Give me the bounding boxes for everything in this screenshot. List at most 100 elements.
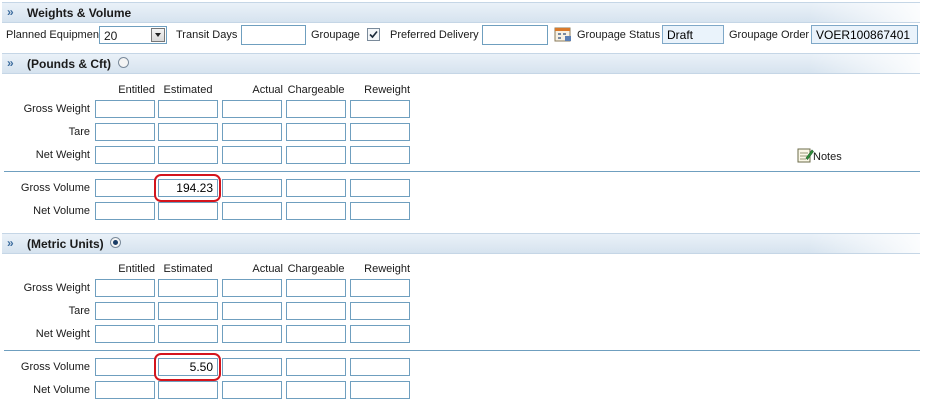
imperial-units-title: (Pounds & Cft): [27, 57, 111, 71]
column-header-chargeable: Chargeable: [287, 263, 345, 275]
row-label-gross-volume: Gross Volume: [20, 361, 90, 373]
column-header-estimated: Estimated: [163, 84, 213, 96]
groupage-label: Groupage: [311, 29, 360, 41]
notes-icon: [797, 148, 814, 163]
tare-actual-input[interactable]: [222, 302, 282, 320]
net-weight-entitled-input[interactable]: [95, 146, 155, 164]
net-volume-actual-input[interactable]: [222, 202, 282, 220]
net-weight-estimated-input[interactable]: [158, 146, 218, 164]
gross-weight-actual-input[interactable]: [222, 279, 282, 297]
net-volume-entitled-input[interactable]: [95, 381, 155, 399]
metric-units-title: (Metric Units): [27, 237, 104, 251]
tare-entitled-input[interactable]: [95, 302, 155, 320]
column-header-entitled: Entitled: [118, 84, 155, 96]
gross-volume-entitled-input[interactable]: [95, 358, 155, 376]
imperial-units-radio[interactable]: [118, 57, 129, 68]
tare-actual-input[interactable]: [222, 123, 282, 141]
net-volume-entitled-input[interactable]: [95, 202, 155, 220]
metric-units-header: » (Metric Units): [2, 233, 920, 254]
row-label-gross-weight: Gross Weight: [23, 282, 90, 294]
gross-volume-estimated-highlight: [154, 174, 221, 202]
gross-weight-entitled-input[interactable]: [95, 100, 155, 118]
net-volume-reweight-input[interactable]: [350, 381, 410, 399]
row-label-tare: Tare: [68, 126, 90, 138]
transit-days-label: Transit Days: [176, 29, 238, 41]
net-weight-actual-input[interactable]: [222, 325, 282, 343]
gross-weight-estimated-input[interactable]: [158, 279, 218, 297]
net-weight-chargeable-input[interactable]: [286, 325, 346, 343]
weights-volume-header: » Weights & Volume: [2, 2, 920, 23]
net-weight-reweight-input[interactable]: [350, 325, 410, 343]
gross-weight-reweight-input[interactable]: [350, 100, 410, 118]
net-volume-estimated-input[interactable]: [158, 202, 218, 220]
row-label-gross-volume: Gross Volume: [20, 182, 90, 194]
chevron-double-right-icon[interactable]: »: [7, 6, 21, 18]
column-header-estimated: Estimated: [163, 263, 213, 275]
groupage-order-field: [811, 25, 918, 44]
planned-equipment-select[interactable]: 20: [99, 26, 167, 44]
gross-volume-reweight-input[interactable]: [350, 179, 410, 197]
column-header-actual: Actual: [252, 84, 283, 96]
gross-volume-actual-input[interactable]: [222, 358, 282, 376]
imperial-units-header: » (Pounds & Cft): [2, 53, 920, 74]
gross-weight-actual-input[interactable]: [222, 100, 282, 118]
transit-days-input[interactable]: [241, 25, 306, 45]
chevron-double-right-icon[interactable]: »: [7, 57, 21, 69]
tare-reweight-input[interactable]: [350, 302, 410, 320]
planned-equipment-value: 20: [104, 29, 118, 43]
metric-units-radio[interactable]: [110, 237, 121, 248]
groupage-order-label: Groupage Order: [729, 29, 810, 41]
preferred-delivery-label: Preferred Delivery: [390, 29, 479, 41]
row-label-tare: Tare: [68, 305, 90, 317]
net-weight-entitled-input[interactable]: [95, 325, 155, 343]
gross-weight-reweight-input[interactable]: [350, 279, 410, 297]
groupage-status-field: [662, 25, 724, 44]
gross-volume-chargeable-input[interactable]: [286, 358, 346, 376]
tare-chargeable-input[interactable]: [286, 302, 346, 320]
net-weight-reweight-input[interactable]: [350, 146, 410, 164]
row-label-net-weight: Net Weight: [35, 149, 90, 161]
net-weight-estimated-input[interactable]: [158, 325, 218, 343]
gross-weight-chargeable-input[interactable]: [286, 279, 346, 297]
groupage-checkbox[interactable]: [367, 28, 380, 41]
gross-weight-entitled-input[interactable]: [95, 279, 155, 297]
net-volume-chargeable-input[interactable]: [286, 381, 346, 399]
net-volume-estimated-input[interactable]: [158, 381, 218, 399]
section-divider: [4, 171, 920, 172]
gross-volume-reweight-input[interactable]: [350, 358, 410, 376]
preferred-delivery-input[interactable]: [482, 25, 548, 45]
tare-estimated-input[interactable]: [158, 123, 218, 141]
column-header-actual: Actual: [252, 263, 283, 275]
net-volume-chargeable-input[interactable]: [286, 202, 346, 220]
tare-entitled-input[interactable]: [95, 123, 155, 141]
net-weight-chargeable-input[interactable]: [286, 146, 346, 164]
gross-weight-estimated-input[interactable]: [158, 100, 218, 118]
row-label-net-volume: Net Volume: [33, 205, 90, 217]
gross-volume-estimated-highlight: [154, 353, 221, 381]
gross-volume-chargeable-input[interactable]: [286, 179, 346, 197]
chevron-down-icon[interactable]: [151, 28, 165, 42]
tare-reweight-input[interactable]: [350, 123, 410, 141]
column-header-entitled: Entitled: [118, 263, 155, 275]
checkmark-icon: [369, 30, 378, 39]
column-header-reweight: Reweight: [364, 263, 410, 275]
gross-volume-actual-input[interactable]: [222, 179, 282, 197]
tare-chargeable-input[interactable]: [286, 123, 346, 141]
row-label-gross-weight: Gross Weight: [23, 103, 90, 115]
planned-equipment-label: Planned Equipment: [6, 29, 103, 41]
calendar-icon[interactable]: [554, 26, 572, 42]
tare-estimated-input[interactable]: [158, 302, 218, 320]
row-label-net-volume: Net Volume: [33, 384, 90, 396]
section-divider: [4, 350, 920, 351]
section-title: Weights & Volume: [27, 6, 132, 20]
column-header-chargeable: Chargeable: [287, 84, 345, 96]
net-volume-reweight-input[interactable]: [350, 202, 410, 220]
net-volume-actual-input[interactable]: [222, 381, 282, 399]
chevron-double-right-icon[interactable]: »: [7, 237, 21, 249]
gross-volume-entitled-input[interactable]: [95, 179, 155, 197]
net-weight-actual-input[interactable]: [222, 146, 282, 164]
row-label-net-weight: Net Weight: [35, 328, 90, 340]
gross-weight-chargeable-input[interactable]: [286, 100, 346, 118]
notes-label: Notes: [813, 151, 842, 163]
column-header-reweight: Reweight: [364, 84, 410, 96]
